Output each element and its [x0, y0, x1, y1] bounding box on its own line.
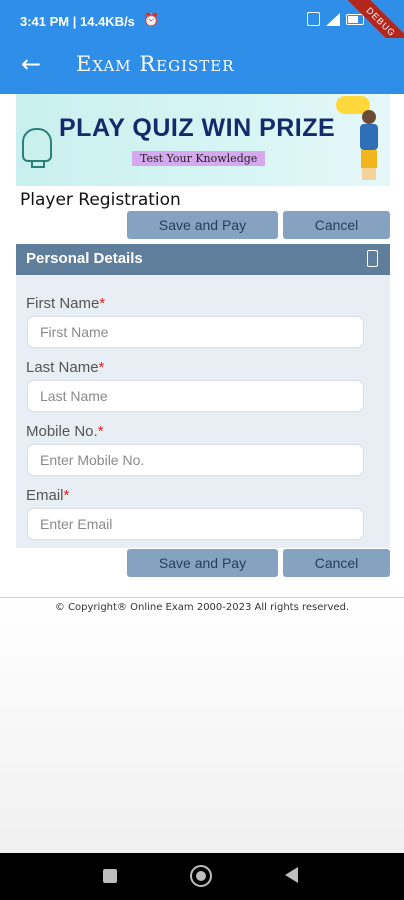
sim-icon — [307, 12, 320, 26]
last-name-label-text: Last Name — [26, 359, 99, 376]
phone-icon[interactable] — [367, 250, 378, 267]
email-label: Email* — [26, 487, 69, 504]
lightbulb-icon — [22, 128, 52, 168]
arrow-left-icon[interactable]: ← — [18, 52, 44, 78]
first-name-input[interactable] — [27, 316, 364, 348]
section-title: Personal Details — [26, 250, 143, 267]
mobile-label-text: Mobile No. — [26, 423, 98, 440]
personal-details-form: First Name* Last Name* Mobile No.* Email… — [16, 275, 390, 548]
page-title: Player Registration — [20, 190, 181, 210]
thinking-person-illustration — [354, 102, 384, 182]
email-label-text: Email — [26, 487, 64, 504]
mobile-input[interactable] — [27, 444, 364, 476]
status-bar: 3:41 PM | 14.4KB/s ⏰ DEBUG — [0, 0, 404, 67]
required-marker: * — [98, 359, 105, 376]
required-marker: * — [97, 423, 104, 440]
cancel-button-bottom[interactable]: Cancel — [283, 549, 390, 577]
save-and-pay-button-bottom[interactable]: Save and Pay — [127, 549, 278, 577]
alarm-icon: ⏰ — [143, 13, 160, 28]
cancel-button-top[interactable]: Cancel — [283, 211, 390, 239]
banner-tagline: Test Your Knowledge — [132, 151, 266, 166]
quiz-banner-image: PLAY QUIZ WIN PRIZE Test Your Knowledge — [16, 94, 390, 186]
email-input[interactable] — [27, 508, 364, 540]
save-and-pay-button-top[interactable]: Save and Pay — [127, 211, 278, 239]
last-name-input[interactable] — [27, 380, 364, 412]
first-name-label-text: First Name — [26, 295, 100, 312]
back-triangle-icon[interactable] — [285, 867, 298, 883]
recent-apps-icon[interactable] — [103, 869, 117, 883]
required-marker: * — [99, 295, 106, 312]
copyright-text: © Copyright® Online Exam 2000-2023 All r… — [54, 602, 350, 613]
app-bar: ← Exam Register — [0, 38, 404, 94]
banner-headline: PLAY QUIZ WIN PRIZE — [59, 114, 336, 142]
last-name-label: Last Name* — [26, 359, 104, 376]
required-marker: * — [63, 487, 70, 504]
first-name-label: First Name* — [26, 295, 105, 312]
footer-area — [0, 598, 404, 853]
battery-icon — [346, 13, 364, 25]
app-title: Exam Register — [76, 52, 235, 76]
signal-icon — [326, 12, 340, 26]
status-time: 3:41 PM | 14.4KB/s — [20, 14, 135, 29]
mobile-label: Mobile No.* — [26, 423, 104, 440]
personal-details-header[interactable]: Personal Details — [16, 244, 390, 275]
home-icon[interactable] — [190, 865, 212, 887]
status-icons — [307, 12, 364, 26]
